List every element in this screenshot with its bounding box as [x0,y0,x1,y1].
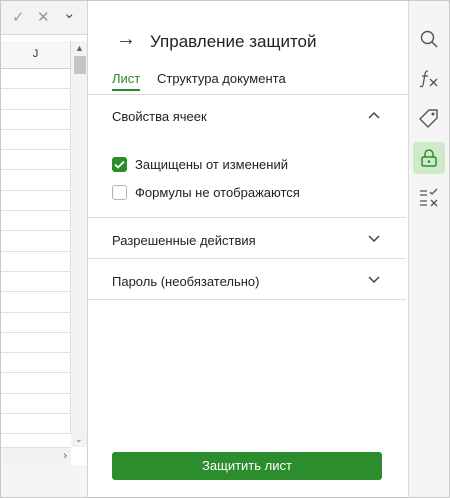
protection-button[interactable] [413,142,445,174]
grid-row[interactable] [1,231,71,252]
panel-header: → Управление защитой Лист Структура доку… [88,1,408,95]
grid-row[interactable] [1,292,71,313]
checkbox-protected[interactable]: Защищены от изменений [112,155,288,173]
sheet-footer [1,465,87,497]
grid-row[interactable] [1,414,71,435]
checkbox-unchecked-icon[interactable] [112,184,127,200]
function-button[interactable] [413,62,445,94]
grid-row[interactable] [1,353,71,374]
checklist-icon [420,188,438,207]
grid-rows [1,69,71,435]
grid-row[interactable] [1,129,71,151]
column-header-j[interactable]: J [1,41,71,69]
chevron-down-icon[interactable]: ⌄ [63,4,76,22]
arrow-right-icon[interactable]: → [116,28,136,51]
horizontal-scrollbar[interactable]: › [1,447,71,465]
vertical-scrollbar[interactable]: ▲ ⌄ [71,41,87,447]
section-cell-properties: Свойства ячеек Защищены от изменений Фор… [88,95,406,218]
grid-row[interactable] [1,251,71,272]
checkbox-hide-formulas[interactable]: Формулы не отображаются [112,183,300,201]
right-toolbar [408,1,449,497]
scroll-up-icon[interactable]: ▲ [75,43,84,53]
section-password[interactable]: Пароль (необязательно) [88,259,406,300]
grid-row[interactable] [1,373,71,394]
confirm-icon[interactable]: ✓ [12,8,25,26]
tab-sheet[interactable]: Лист [112,71,141,91]
grid-row[interactable] [1,393,71,415]
chevron-down-icon[interactable] [368,235,380,243]
grid-row[interactable] [1,150,71,171]
section-title: Пароль (необязательно) [112,274,260,289]
formula-bar: ✓ ✕ ⌄ [1,1,87,35]
cancel-icon[interactable]: ✕ [37,8,50,26]
search-button[interactable] [413,23,445,55]
section-title: Свойства ячеек [112,109,207,124]
spreadsheet-area: ✓ ✕ ⌄ J ▲ ⌄ › [1,1,88,497]
checkbox-checked-icon[interactable] [112,156,127,172]
grid-row[interactable] [1,312,71,333]
checkbox-label: Формулы не отображаются [135,184,300,200]
grid-row[interactable] [1,69,71,90]
grid-row[interactable] [1,211,71,232]
scroll-down-icon[interactable]: ⌄ [75,434,83,445]
grid-row[interactable] [1,271,71,293]
scroll-right-icon[interactable]: › [63,450,67,462]
grid-row[interactable] [1,109,71,130]
tag-button[interactable] [413,102,445,134]
protection-panel: → Управление защитой Лист Структура доку… [88,1,408,497]
chevron-up-icon[interactable] [368,111,380,119]
panel-title: Управление защитой [150,32,317,51]
checklist-button[interactable] [413,182,445,214]
grid-row[interactable] [1,332,71,354]
tag-icon [419,109,438,128]
search-icon [420,30,438,48]
function-icon [419,70,438,88]
checkbox-label: Защищены от изменений [135,156,288,172]
section-allowed-actions[interactable]: Разрешенные действия [88,218,406,259]
grid-row[interactable] [1,170,71,191]
chevron-down-icon[interactable] [368,276,380,284]
grid-row[interactable] [1,89,71,110]
section-title: Разрешенные действия [112,233,256,248]
section-cell-properties-header[interactable]: Свойства ячеек [88,95,406,137]
lock-icon [421,149,437,167]
grid-row[interactable] [1,190,71,212]
tab-document-structure[interactable]: Структура документа [157,71,286,86]
scroll-thumb[interactable] [74,56,86,74]
protect-sheet-button[interactable]: Защитить лист [112,452,382,480]
